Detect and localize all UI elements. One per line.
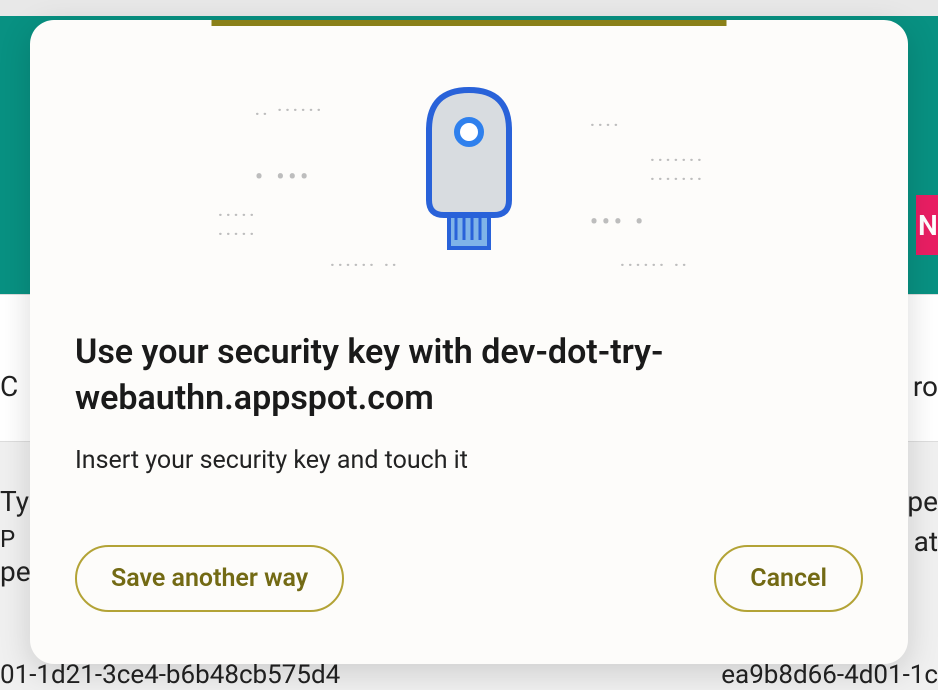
decoration-dots: ·············· xyxy=(650,150,705,188)
background-hash-text: 01-1d21-3ce4-b6b48cb575d4 xyxy=(0,660,340,690)
background-pink-badge: N xyxy=(916,195,938,255)
background-hash-text: ea9b8d66-4d01-1c xyxy=(721,660,938,690)
cancel-button[interactable]: Cancel xyxy=(714,545,863,612)
save-another-way-button[interactable]: Save another way xyxy=(75,545,344,612)
background-text-fragment: pe xyxy=(0,555,31,588)
dialog-accent-bar xyxy=(212,20,727,26)
decoration-dots: ······ ·· xyxy=(620,255,690,274)
background-text-fragment: C xyxy=(0,370,18,403)
security-key-dialog: .. ······ ···· • ••• ·············· ····… xyxy=(30,20,908,664)
background-text-fragment: pe xyxy=(907,485,938,518)
dialog-content: Use your security key with dev-dot-try-w… xyxy=(30,300,908,652)
decoration-dots: ••• • xyxy=(590,210,647,235)
background-text-fragment: Ty xyxy=(0,485,29,518)
dialog-subtitle: Insert your security key and touch it xyxy=(75,446,863,475)
background-text-fragment: P xyxy=(0,525,15,553)
decoration-dots: .. ······ xyxy=(255,100,324,119)
security-key-illustration: .. ······ ···· • ••• ·············· ····… xyxy=(30,40,908,300)
dialog-title: Use your security key with dev-dot-try-w… xyxy=(75,330,863,422)
browser-chrome-strip xyxy=(0,0,938,16)
dialog-button-row: Save another way Cancel xyxy=(75,545,863,612)
background-text-fragment: at xyxy=(914,525,938,558)
decoration-dots: ·········· xyxy=(218,205,257,243)
decoration-dots: ······ ·· xyxy=(330,255,400,274)
background-text-fragment: ro xyxy=(913,370,938,403)
usb-security-key-icon xyxy=(414,80,524,260)
decoration-dots: • ••• xyxy=(255,165,312,190)
decoration-dots: ···· xyxy=(590,115,621,134)
